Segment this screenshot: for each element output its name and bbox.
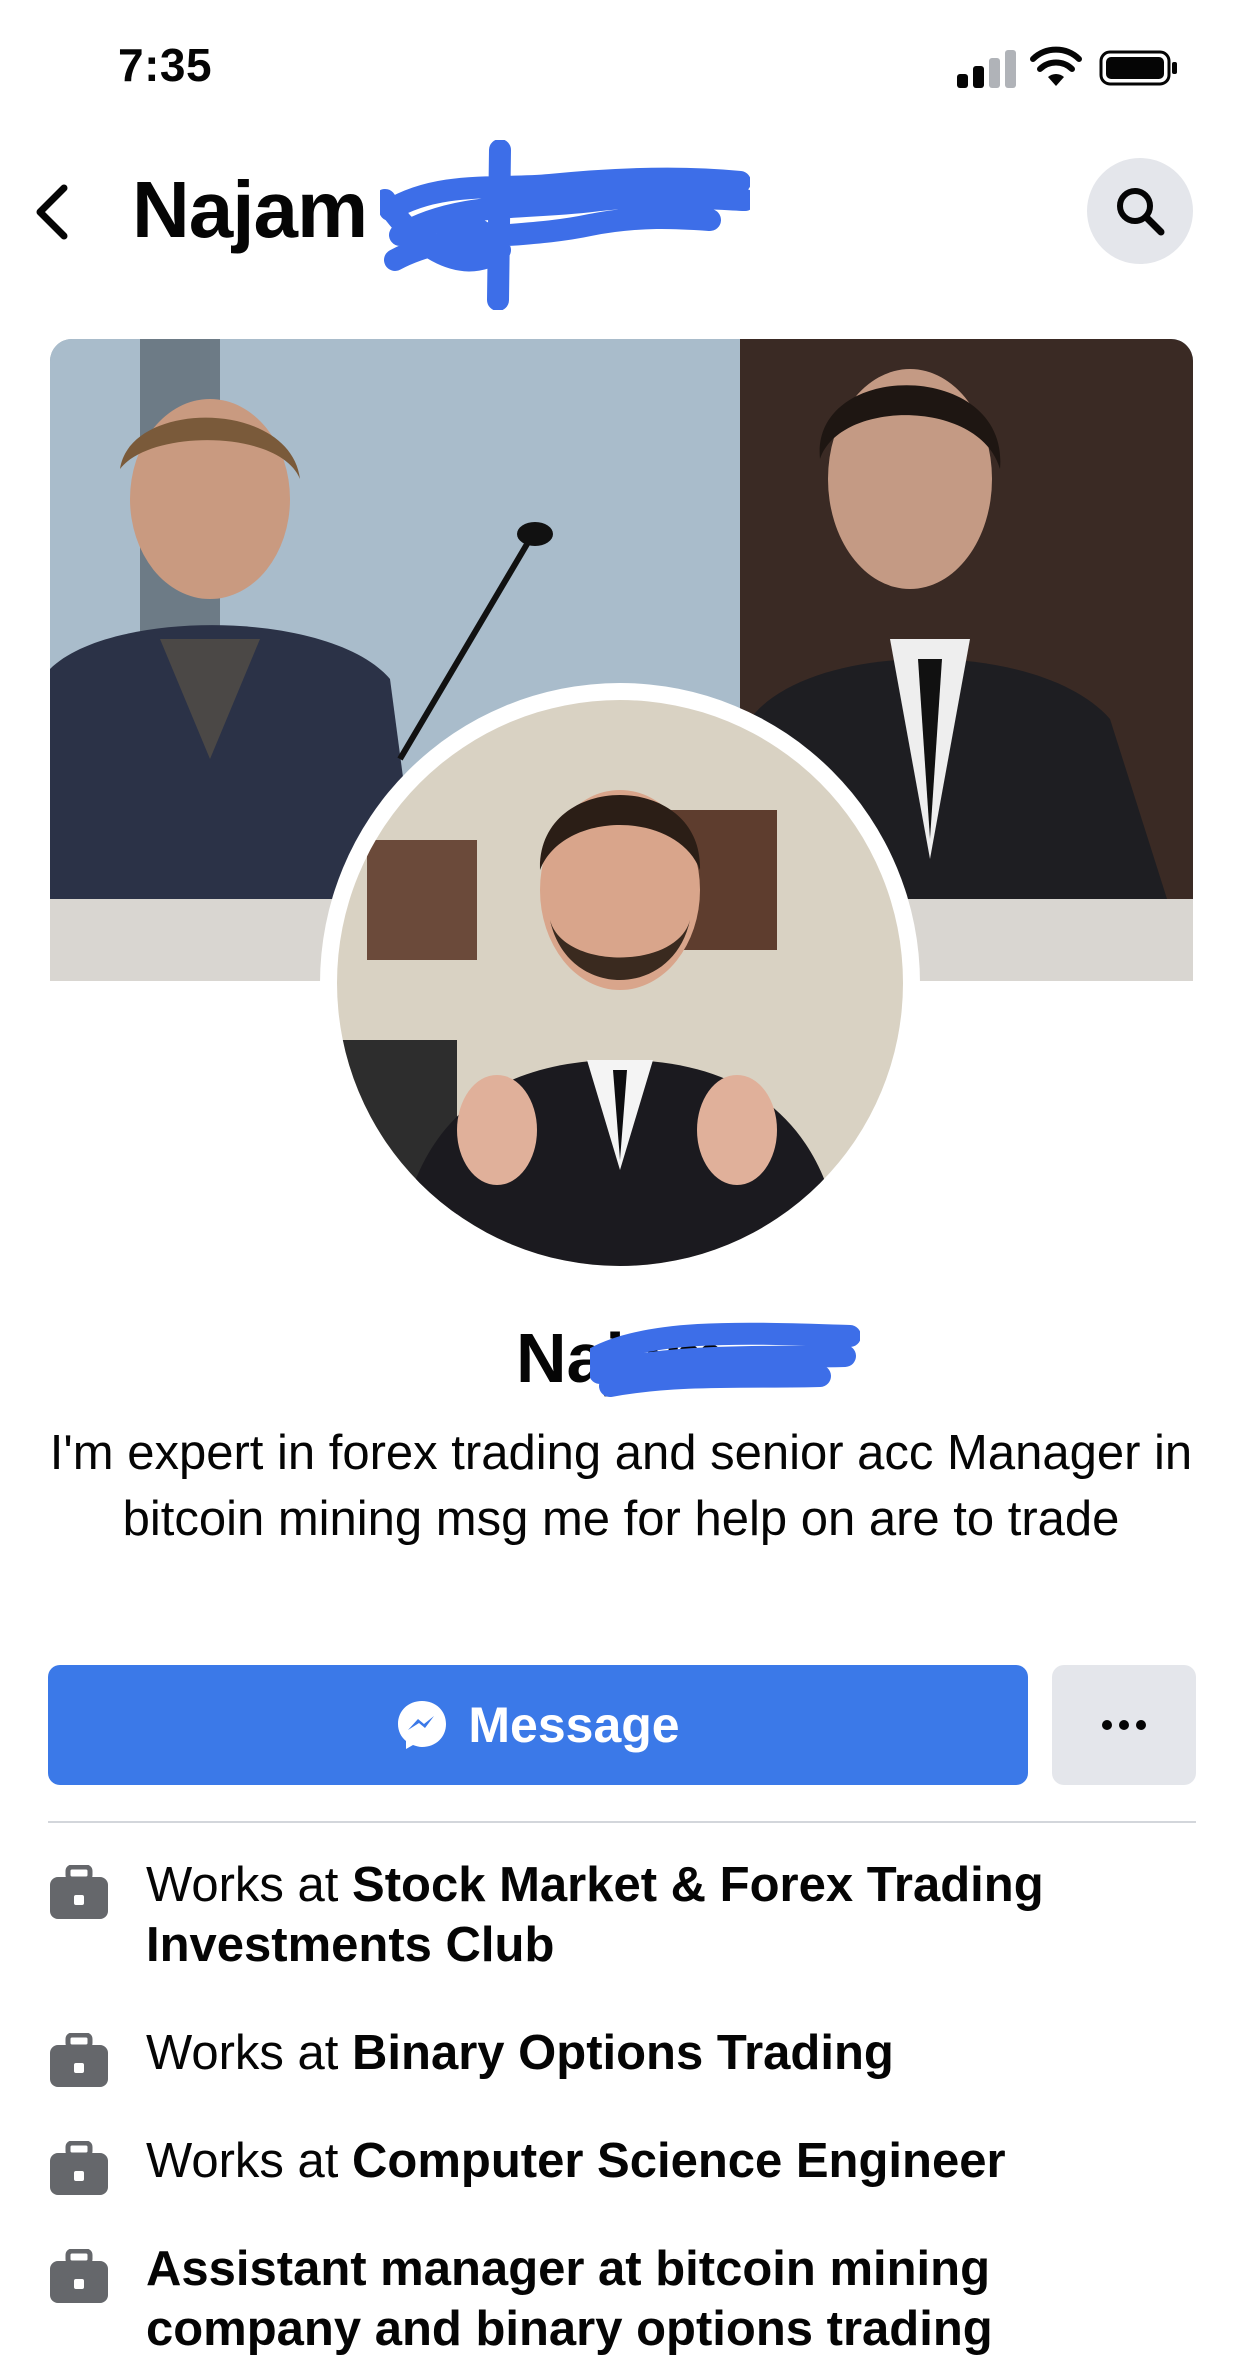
work-text: Assistant manager at bitcoin mining comp… bbox=[146, 2239, 1206, 2359]
briefcase-icon bbox=[50, 1865, 108, 1919]
status-bar: 7:35 bbox=[0, 0, 1242, 130]
more-dots-icon bbox=[1102, 1720, 1146, 1730]
redaction-scribble bbox=[380, 140, 750, 310]
messenger-icon bbox=[398, 1701, 447, 1749]
status-time: 7:35 bbox=[118, 39, 213, 91]
signal-icon bbox=[957, 48, 1017, 88]
work-text: Works at Binary Options Trading bbox=[146, 2023, 1206, 2083]
back-arrow-icon[interactable] bbox=[32, 182, 72, 242]
header-title: Najam bbox=[132, 165, 368, 254]
work-prefix: Works at bbox=[146, 1858, 353, 1912]
work-place[interactable]: Binary Options Trading bbox=[352, 2026, 894, 2080]
work-text: Works at Stock Market & Forex Trading In… bbox=[146, 1855, 1206, 1975]
message-button[interactable]: Message bbox=[48, 1665, 1028, 1785]
redaction-scribble-name bbox=[590, 1322, 860, 1397]
battery-icon bbox=[1099, 50, 1177, 86]
work-place[interactable]: Computer Science Engineer bbox=[352, 2134, 1006, 2188]
work-prefix: Works at bbox=[146, 2134, 353, 2188]
briefcase-icon bbox=[50, 2033, 108, 2087]
wifi-icon bbox=[1030, 46, 1082, 86]
briefcase-icon bbox=[50, 2249, 108, 2303]
search-button[interactable] bbox=[1087, 158, 1193, 264]
profile-header: Najam bbox=[0, 140, 1242, 310]
work-text: Works at Computer Science Engineer bbox=[146, 2131, 1206, 2191]
work-prefix: Works at bbox=[146, 2026, 353, 2080]
more-options-button[interactable] bbox=[1052, 1665, 1196, 1785]
avatar[interactable] bbox=[337, 700, 903, 1266]
search-icon bbox=[1117, 188, 1165, 236]
message-button-label: Message bbox=[468, 1697, 680, 1753]
divider bbox=[48, 1821, 1196, 1823]
profile-bio: I'm expert in forex trading and senior a… bbox=[49, 1426, 1193, 1546]
briefcase-icon bbox=[50, 2141, 108, 2195]
work-place[interactable]: Assistant manager at bitcoin mining comp… bbox=[146, 2242, 993, 2356]
